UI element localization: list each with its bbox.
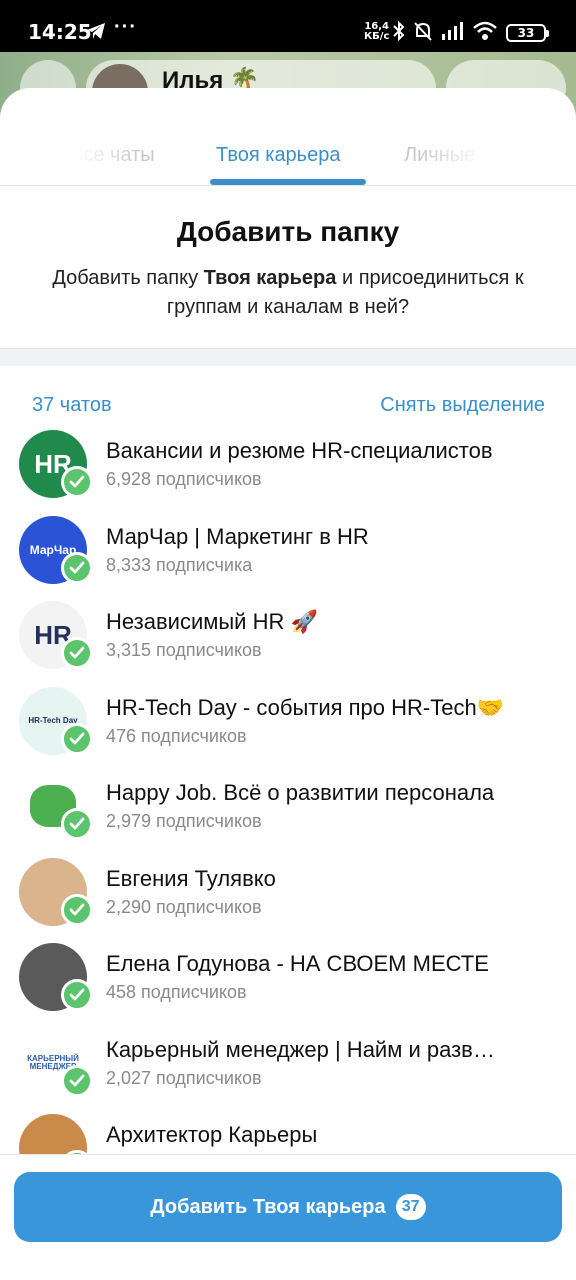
chat-list-item[interactable]: Happy Job. Всё о развитии персонала 2,979…	[0, 770, 576, 856]
add-folder-button-label: Добавить Твоя карьера	[150, 1195, 386, 1218]
add-folder-sheet: Все чаты Твоя карьера Личные Добавить па…	[0, 88, 576, 1280]
network-speed: 16,4 КБ/с	[364, 21, 390, 42]
chat-name: HR-Tech Day - события про HR-Tech🤝	[106, 694, 505, 720]
chat-subscribers: 2,027 подписчиков	[106, 1067, 262, 1088]
chat-list: HR Вакансии и резюме HR-специалистов 6,928…	[0, 428, 576, 1198]
chat-list-item[interactable]: HR Вакансии и резюме HR-специалистов 6,928…	[0, 428, 576, 514]
chat-list-item[interactable]: HR-Tech Day HR-Tech Day - события про HR-…	[0, 685, 576, 771]
folder-tabs: Все чаты Твоя карьера Личные	[0, 88, 576, 186]
chat-name: Евгения Тулявко	[106, 865, 276, 891]
chat-list-item[interactable]: Евгения Тулявко 2,290 подписчиков	[0, 856, 576, 942]
chat-subscribers: 6,928 подписчиков	[106, 469, 262, 489]
tab-your-career[interactable]: Твоя карьера	[216, 144, 340, 167]
chat-list-item[interactable]: HR Независимый HR 🚀 3,315 подписчиков	[0, 599, 576, 685]
telegram-icon	[86, 22, 106, 45]
chat-name: Елена Годунова - НА СВОЕМ МЕСТЕ	[106, 951, 489, 976]
selected-count-badge: 37	[395, 1194, 426, 1220]
chat-subscribers: 458 подписчиков	[106, 982, 247, 1002]
chat-name: Архитектор Карьеры	[106, 1122, 318, 1147]
selected-check-icon	[61, 466, 93, 498]
selected-check-icon	[61, 979, 93, 1011]
chat-name: Happy Job. Всё о развитии персонала	[106, 780, 495, 805]
chat-subscribers: 3,315 подписчиков	[106, 640, 262, 660]
tab-active-indicator	[210, 179, 366, 185]
section-divider	[0, 348, 576, 366]
signal-icon	[440, 20, 466, 47]
chat-subscribers: 8,333 подписчика	[106, 554, 253, 575]
chat-subscribers: 2,290 подписчиков	[106, 896, 262, 917]
chat-list-item[interactable]: МарЧар МарЧар | Маркетинг в HR 8,333 подпи…	[0, 514, 576, 600]
wifi-icon	[472, 20, 498, 47]
chat-name: Вакансии и резюме HR-специалистов	[106, 438, 493, 463]
battery-icon: 33	[506, 24, 549, 42]
selected-check-icon	[61, 637, 93, 669]
chat-list-item[interactable]: КАРЬЕРНЫЙ МЕНЕДЖЕР Карьерный менеджер | Н…	[0, 1027, 576, 1113]
sheet-title: Добавить папку	[176, 216, 400, 247]
more-notifications-icon: ···	[114, 16, 137, 38]
selected-check-icon	[61, 893, 93, 926]
sheet-description: Добавить папку Твоя карьера и присоедини…	[52, 267, 524, 318]
bluetooth-icon	[392, 20, 406, 47]
chat-name: Независимый HR 🚀	[106, 609, 318, 634]
chat-name: Карьерный менеджер | Найм и разв…	[106, 1036, 495, 1062]
selected-check-icon	[61, 808, 93, 840]
selected-check-icon	[61, 551, 93, 584]
tabs-fade-right	[420, 128, 500, 178]
chat-subscribers: 476 подписчиков	[106, 725, 247, 746]
deselect-all-button[interactable]: Снять выделение	[380, 394, 545, 417]
chat-name: МарЧар | Маркетинг в HR	[106, 523, 369, 549]
status-time: 14:25	[28, 20, 92, 44]
selected-check-icon	[61, 1064, 93, 1097]
selected-check-icon	[61, 722, 93, 755]
chat-list-item[interactable]: Елена Годунова - НА СВОЕМ МЕСТЕ 458 подпи…	[0, 941, 576, 1027]
mute-bell-icon	[412, 20, 434, 47]
chat-count: 37 чатов	[32, 394, 112, 416]
chat-subscribers: 2,979 подписчиков	[106, 811, 262, 831]
add-folder-button[interactable]: Добавить Твоя карьера 37	[14, 1172, 562, 1242]
tabs-fade-left	[60, 128, 140, 178]
